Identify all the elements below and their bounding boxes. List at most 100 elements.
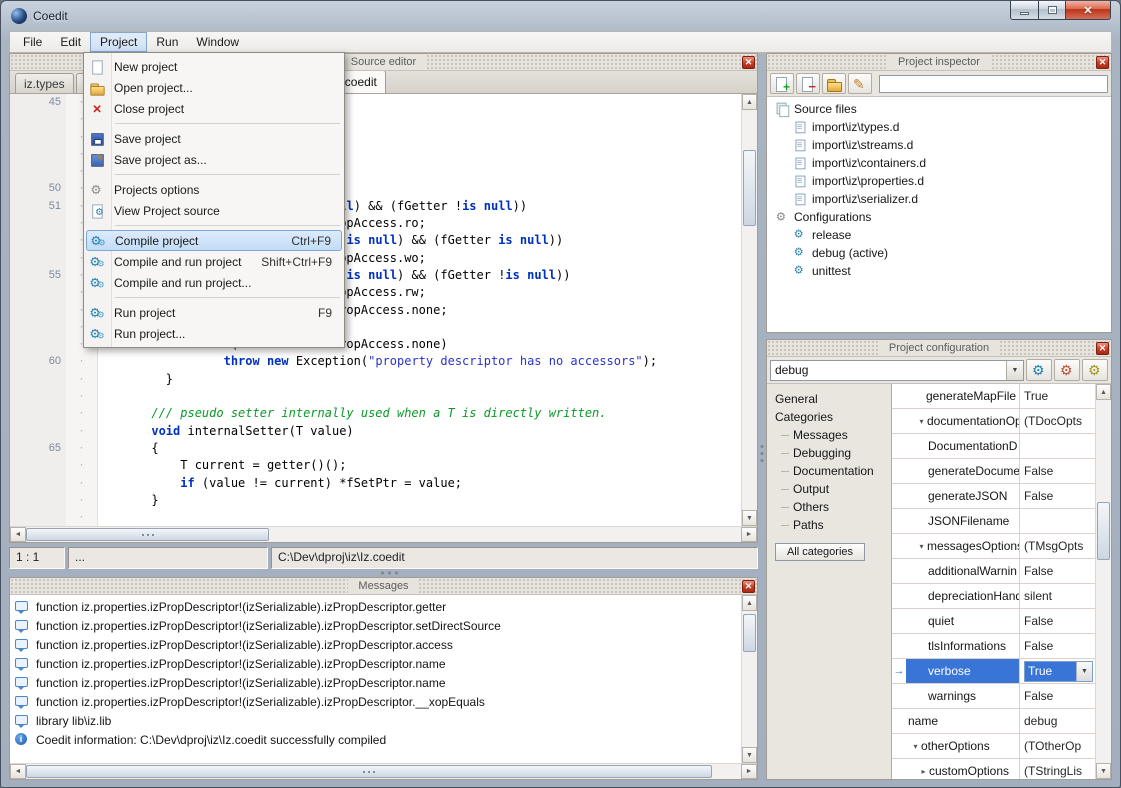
edit-button[interactable] (848, 73, 872, 94)
property-name[interactable]: verbose (906, 659, 1020, 683)
property-value[interactable]: (TMsgOpts (1020, 534, 1095, 558)
project-configuration-close-icon[interactable]: ✕ (1096, 342, 1109, 355)
property-value[interactable] (1020, 509, 1095, 533)
property-value[interactable]: (TOtherOp (1020, 734, 1095, 758)
title-bar[interactable]: Coedit ✕ (1, 1, 1120, 31)
property-name[interactable]: generateDocume (906, 459, 1020, 483)
tree-item-release[interactable]: release (767, 226, 1111, 244)
messages-hscroll-thumb[interactable] (26, 765, 712, 778)
tree-item-debug-active[interactable]: debug (active) (767, 244, 1111, 262)
property-name[interactable]: generateJSON (906, 484, 1020, 508)
source-editor-close-icon[interactable]: ✕ (742, 56, 755, 69)
editor-horizontal-scrollbar[interactable]: ◄ ► (10, 526, 757, 542)
category-others[interactable]: Others (775, 498, 891, 516)
menubar-item-window[interactable]: Window (187, 32, 248, 52)
property-name[interactable]: additionalWarnin (906, 559, 1020, 583)
tree-item-unittest[interactable]: unittest (767, 262, 1111, 280)
property-name[interactable]: ▾documentationOptio (906, 409, 1020, 433)
chevron-down-icon[interactable]: ▼ (1076, 662, 1092, 681)
property-value[interactable]: False (1020, 634, 1095, 658)
menu-item-compile-project[interactable]: Compile projectCtrl+F9 (86, 230, 342, 251)
expanded-arrow-icon[interactable]: ▾ (910, 742, 921, 751)
property-value[interactable]: False (1020, 684, 1095, 708)
scroll-down-icon[interactable]: ▼ (742, 747, 757, 763)
scroll-right-icon[interactable]: ► (741, 764, 757, 779)
category-categories[interactable]: Categories (775, 408, 891, 426)
message-row[interactable]: function iz.properties.izPropDescriptor!… (10, 692, 741, 711)
config-gear-teal-button[interactable] (1026, 359, 1052, 381)
collapsed-arrow-icon[interactable]: ▸ (918, 767, 929, 776)
scroll-right-icon[interactable]: ► (741, 527, 757, 542)
menu-item-view-project-source[interactable]: View Project source (84, 200, 344, 221)
property-name[interactable]: warnings (906, 684, 1020, 708)
message-row[interactable]: library lib\iz.lib (10, 711, 741, 730)
property-value[interactable]: silent (1020, 584, 1095, 608)
message-row[interactable]: function iz.properties.izPropDescriptor!… (10, 673, 741, 692)
category-messages[interactable]: Messages (775, 426, 891, 444)
configuration-select[interactable]: debug ▼ (770, 360, 1024, 381)
property-value[interactable]: (TStringLis (1020, 759, 1095, 779)
messages-vertical-scrollbar[interactable]: ▲ ▼ (741, 595, 757, 763)
menu-item-save-project-as[interactable]: Save project as... (84, 149, 344, 170)
editor-hscroll-thumb[interactable] (26, 528, 269, 541)
tab-iz-types[interactable]: iz.types (15, 73, 74, 93)
category-paths[interactable]: Paths (775, 516, 891, 534)
property-name[interactable]: JSONFilename (906, 509, 1020, 533)
property-value-dropdown[interactable]: True▼ (1024, 661, 1093, 682)
config-gear-red-button[interactable] (1054, 359, 1080, 381)
property-name[interactable]: ▾messagesOptions (906, 534, 1020, 558)
project-inspector-close-icon[interactable]: ✕ (1096, 56, 1109, 69)
menubar-item-run[interactable]: Run (147, 32, 187, 52)
minimize-button[interactable] (1010, 1, 1039, 20)
maximize-button[interactable] (1039, 1, 1066, 20)
property-value[interactable]: False (1020, 459, 1095, 483)
property-name[interactable]: name (906, 709, 1020, 733)
tree-item-import-iz-containers-d[interactable]: import\iz\containers.d (767, 154, 1111, 172)
tree-item-source-files[interactable]: Source files (767, 100, 1111, 118)
scroll-left-icon[interactable]: ◄ (10, 527, 26, 542)
all-categories-button[interactable]: All categories (775, 543, 865, 561)
grid-vscroll-thumb[interactable] (1097, 502, 1110, 560)
menu-item-run-project[interactable]: Run projectF9 (84, 302, 344, 323)
config-gear-olive-button[interactable] (1082, 359, 1108, 381)
messages-horizontal-scrollbar[interactable]: ◄ ► (10, 763, 757, 779)
property-value[interactable]: (TDocOpts (1020, 409, 1095, 433)
property-value[interactable]: True▼ (1020, 659, 1095, 683)
folder-open-button[interactable] (822, 73, 846, 94)
property-value[interactable]: True (1020, 384, 1095, 408)
category-debugging[interactable]: Debugging (775, 444, 891, 462)
messages-vscroll-thumb[interactable] (743, 614, 756, 652)
editor-vscroll-thumb[interactable] (743, 150, 756, 226)
scroll-left-icon[interactable]: ◄ (10, 764, 26, 779)
scroll-up-icon[interactable]: ▲ (742, 94, 757, 110)
message-row[interactable]: function iz.properties.izPropDescriptor!… (10, 616, 741, 635)
horizontal-splitter[interactable] (9, 569, 758, 577)
menu-item-close-project[interactable]: Close project (84, 98, 344, 119)
tree-item-import-iz-serializer-d[interactable]: import\iz\serializer.d (767, 190, 1111, 208)
tree-item-configurations[interactable]: Configurations (767, 208, 1111, 226)
menubar-item-project[interactable]: Project (90, 32, 147, 52)
expanded-arrow-icon[interactable]: ▾ (916, 417, 927, 426)
menubar-item-edit[interactable]: Edit (51, 32, 90, 52)
property-name[interactable]: quiet (906, 609, 1020, 633)
scroll-down-icon[interactable]: ▼ (742, 510, 757, 526)
messages-close-icon[interactable]: ✕ (742, 580, 755, 593)
inspector-filter-input[interactable] (879, 75, 1108, 93)
remove-file-button[interactable] (796, 73, 820, 94)
property-value[interactable]: debug (1020, 709, 1095, 733)
property-name[interactable]: ▾otherOptions (906, 734, 1020, 758)
scroll-up-icon[interactable]: ▲ (1096, 384, 1111, 400)
menu-item-compile-and-run-project[interactable]: Compile and run projectShift+Ctrl+F9 (84, 251, 344, 272)
grid-vertical-scrollbar[interactable]: ▲ ▼ (1095, 384, 1111, 779)
property-value[interactable] (1020, 434, 1095, 458)
tree-item-import-iz-streams-d[interactable]: import\iz\streams.d (767, 136, 1111, 154)
close-button[interactable]: ✕ (1066, 1, 1111, 20)
message-row[interactable]: function iz.properties.izPropDescriptor!… (10, 635, 741, 654)
property-name[interactable]: generateMapFile (906, 384, 1020, 408)
chevron-down-icon[interactable]: ▼ (1006, 361, 1023, 380)
menubar-item-file[interactable]: File (14, 32, 51, 52)
message-row[interactable]: Coedit information: C:\Dev\dproj\iz\Iz.c… (10, 730, 741, 749)
expanded-arrow-icon[interactable]: ▾ (916, 542, 927, 551)
property-value[interactable]: False (1020, 559, 1095, 583)
add-file-button[interactable] (770, 73, 794, 94)
